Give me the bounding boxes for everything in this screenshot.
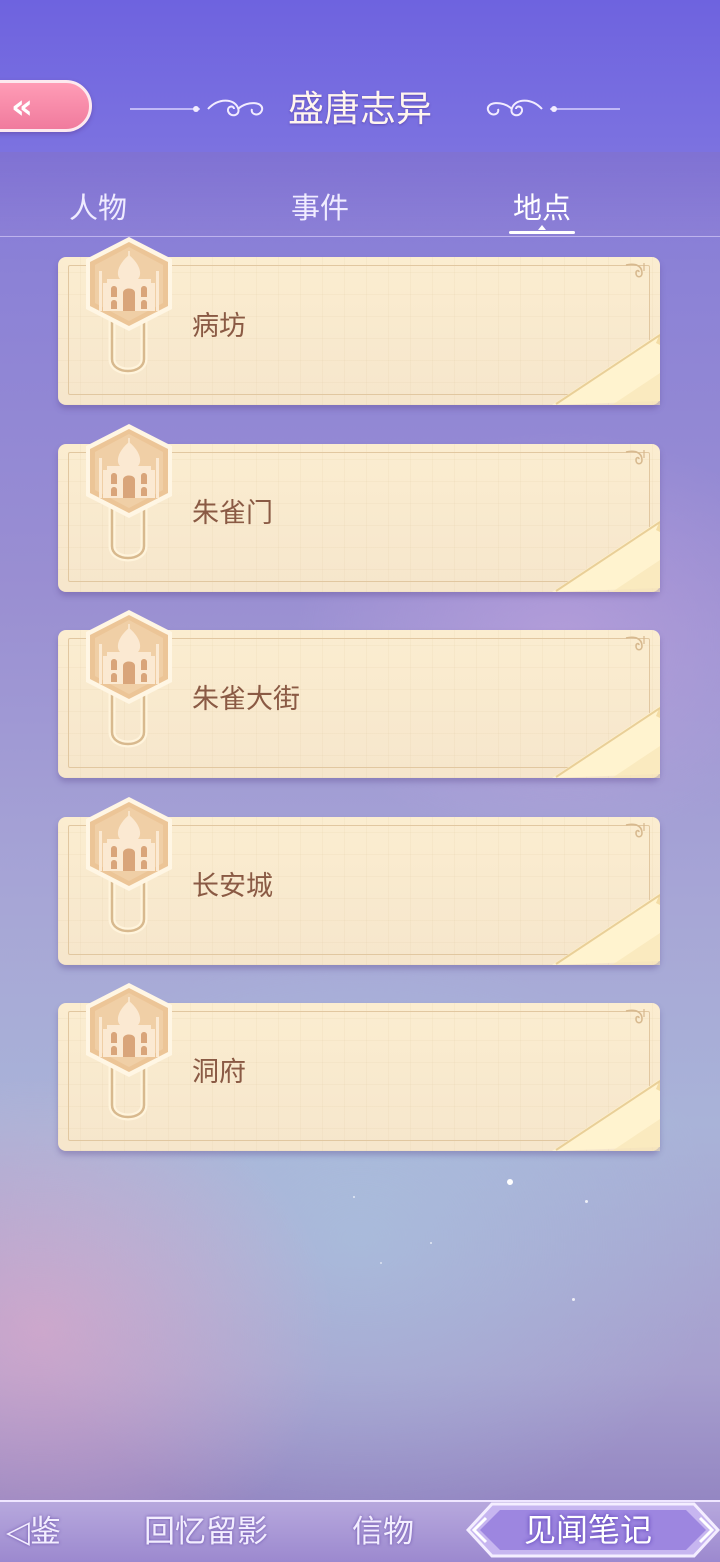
active-tab-indicator <box>509 231 575 234</box>
tab-events[interactable]: 事件 <box>270 186 370 230</box>
nav-memory-photos[interactable]: 回忆留影 <box>144 1508 294 1556</box>
palace-badge-icon <box>86 237 172 375</box>
sparkle <box>572 1298 575 1301</box>
nav-keepsakes[interactable]: 信物 <box>352 1508 432 1556</box>
location-card[interactable]: 洞府 <box>58 983 660 1151</box>
corner-swirl-icon <box>625 450 645 465</box>
sparkle <box>507 1179 513 1185</box>
sparkle <box>430 1242 432 1244</box>
location-card[interactable]: 长安城 <box>58 797 660 965</box>
location-card[interactable]: 朱雀大街 <box>58 610 660 778</box>
page-fold-icon <box>552 706 660 778</box>
page-fold-icon <box>552 520 660 592</box>
location-name: 朱雀大街 <box>192 684 300 715</box>
corner-swirl-icon <box>625 823 645 838</box>
location-name: 长安城 <box>192 871 273 902</box>
palace-badge-icon <box>86 610 172 748</box>
page-title: 盛唐志异 <box>287 89 432 130</box>
sparkle <box>585 1200 588 1203</box>
palace-badge-icon <box>86 983 172 1121</box>
nav-notes[interactable]: 见闻笔记 <box>508 1506 668 1554</box>
sparkle <box>353 1196 355 1198</box>
corner-swirl-icon <box>625 1009 645 1024</box>
category-tabs: 人物 事件 地点 <box>0 152 720 237</box>
corner-swirl-icon <box>625 636 645 651</box>
page-fold-icon <box>552 1079 660 1151</box>
palace-badge-icon <box>86 797 172 935</box>
palace-badge-icon <box>86 424 172 562</box>
header-bar: « 盛唐志异 <box>0 0 720 152</box>
nav-tujian-label: 鉴 <box>29 1514 61 1550</box>
nav-tujian[interactable]: ◁鉴 <box>6 1508 76 1556</box>
tab-people[interactable]: 人物 <box>48 186 148 230</box>
page-fold-icon <box>552 893 660 965</box>
nav-arrow-left-icon: ◁ <box>6 1514 30 1550</box>
corner-swirl-icon <box>625 263 645 278</box>
location-name: 洞府 <box>192 1057 246 1088</box>
tab-places[interactable]: 地点 <box>492 186 592 230</box>
location-card[interactable]: 病坊 <box>58 237 660 405</box>
location-card[interactable]: 朱雀门 <box>58 424 660 592</box>
sparkle <box>380 1262 382 1264</box>
location-name: 朱雀门 <box>192 498 273 529</box>
active-tab-caret-icon <box>538 225 546 230</box>
location-name: 病坊 <box>192 311 246 342</box>
page-fold-icon <box>552 333 660 405</box>
